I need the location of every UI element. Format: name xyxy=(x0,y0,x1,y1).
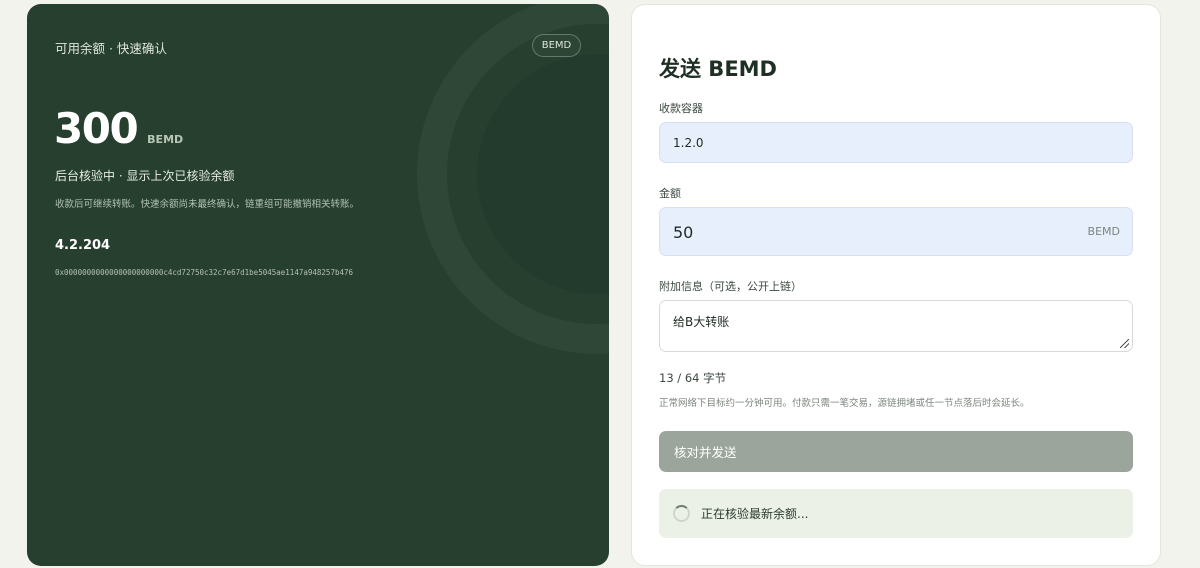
review-and-send-button[interactable]: 核对并发送 xyxy=(659,431,1133,472)
verification-status: 后台核验中 · 显示上次已核验余额 xyxy=(55,169,235,183)
balance-note: 收款后可继续转账。快速余额尚未最终确认，链重组可能撤销相关转账。 xyxy=(55,199,360,210)
resize-handle-icon[interactable] xyxy=(1120,339,1129,348)
balance-amount-row: 300 BEMD xyxy=(54,104,183,153)
memo-label: 附加信息（可选，公开上链） xyxy=(659,280,802,293)
page-title: 发送 BEMD xyxy=(659,57,777,81)
status-text: 正在核验最新余额... xyxy=(701,507,809,521)
balance-unit: BEMD xyxy=(147,133,184,146)
token-badge: BEMD xyxy=(532,34,581,57)
recipient-value: 1.2.0 xyxy=(673,136,704,150)
network-hint: 正常网络下目标约一分钟可用。付款只需一笔交易，源链拥堵或任一节点落后时会延长。 xyxy=(659,398,1030,409)
recipient-label: 收款容器 xyxy=(659,102,703,115)
memo-textarea[interactable]: 给B大转账 xyxy=(659,300,1133,352)
byte-counter: 13 / 64 字节 xyxy=(659,371,727,385)
memo-value: 给B大转账 xyxy=(673,315,730,329)
send-panel: 发送 BEMD 收款容器 1.2.0 金额 50 BEMD 附加信息（可选，公开… xyxy=(631,4,1161,566)
balance-amount: 300 xyxy=(54,104,139,153)
amount-label: 金额 xyxy=(659,187,681,200)
balance-card: 可用余额 · 快速确认 BEMD 300 BEMD 后台核验中 · 显示上次已核… xyxy=(27,4,609,566)
balance-subtitle: 可用余额 · 快速确认 xyxy=(55,41,167,56)
recipient-input[interactable]: 1.2.0 xyxy=(659,122,1133,163)
container-id: 4.2.204 xyxy=(55,238,111,253)
amount-input[interactable]: 50 BEMD xyxy=(659,207,1133,256)
status-banner: 正在核验最新余额... xyxy=(659,489,1133,538)
amount-unit: BEMD xyxy=(1087,225,1120,238)
loading-spinner-icon xyxy=(673,505,690,522)
amount-value: 50 xyxy=(673,223,694,242)
wallet-address: 0x0000000000000000000000c4cd72750c32c7e6… xyxy=(55,268,354,277)
